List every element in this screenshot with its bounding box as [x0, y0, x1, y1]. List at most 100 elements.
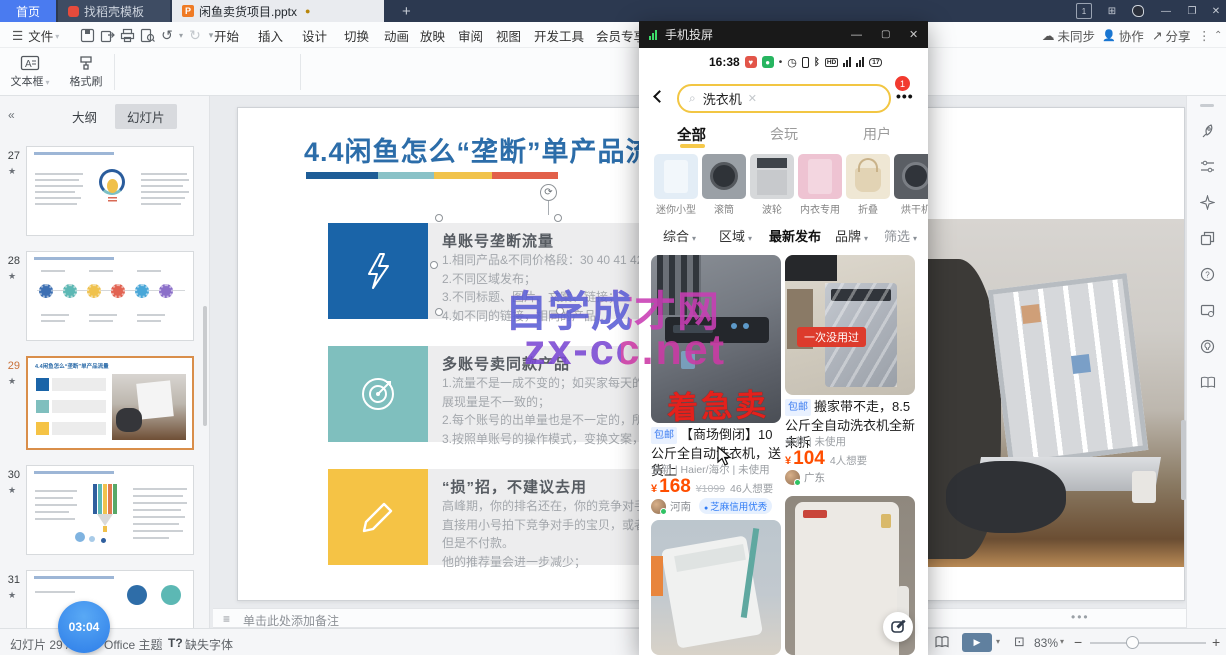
save-icon[interactable]: [78, 27, 96, 43]
filter-more[interactable]: 筛选: [884, 226, 917, 245]
sync-status[interactable]: ☁未同步: [1036, 22, 1101, 48]
bullet-icon-box-teal[interactable]: [328, 346, 428, 442]
search-bar[interactable]: ⌕ 洗衣机 ✕: [677, 84, 891, 113]
clear-search-icon[interactable]: ✕: [748, 92, 757, 105]
menu-animation[interactable]: 动画: [378, 22, 415, 48]
tab-fun[interactable]: 会玩: [770, 124, 798, 144]
tab-all[interactable]: 全部: [677, 124, 706, 145]
zoom-in-button[interactable]: +: [1212, 634, 1220, 650]
sidebar-scrollbar[interactable]: [203, 306, 207, 426]
print-preview-icon[interactable]: [138, 27, 156, 43]
category-pulsator[interactable]: 波轮: [750, 154, 794, 216]
slide-title[interactable]: 4.4闲鱼怎么“垄断”单产品流量: [304, 130, 682, 169]
thumbnail-slide-30[interactable]: [26, 465, 194, 555]
filter-region[interactable]: 区域: [719, 226, 752, 245]
effects-star-icon[interactable]: [1199, 194, 1216, 211]
back-icon[interactable]: [653, 90, 666, 103]
missing-font-label[interactable]: 缺失字体: [185, 636, 233, 653]
selection-handle[interactable]: [430, 261, 438, 269]
category-folding[interactable]: 折叠: [846, 154, 890, 216]
menu-devtools[interactable]: 开发工具: [528, 22, 590, 48]
zoom-slider-track[interactable]: [1090, 642, 1206, 644]
share-button[interactable]: ↗分享: [1146, 22, 1197, 48]
minimize-button[interactable]: —: [1158, 3, 1174, 19]
tab-outline[interactable]: 大纲: [60, 104, 109, 129]
menu-file[interactable]: ☰文件: [6, 22, 65, 48]
play-dropdown-icon[interactable]: ▾: [996, 637, 1000, 646]
tab-docer[interactable]: 找稻壳模板: [58, 0, 170, 22]
tab-slides[interactable]: 幻灯片: [115, 104, 177, 129]
zoom-dropdown-icon[interactable]: ▾: [1060, 637, 1064, 646]
phone-minimize-button[interactable]: —: [851, 29, 862, 41]
bullet-icon-box-blue[interactable]: [328, 223, 428, 319]
ai-rocket-icon[interactable]: [1199, 122, 1216, 139]
category-underwear[interactable]: 内衣专用: [798, 154, 842, 216]
export-icon[interactable]: [98, 27, 116, 43]
menu-transition[interactable]: 切换: [338, 22, 375, 48]
notes-more-icon[interactable]: •••: [1071, 610, 1090, 624]
recording-timer[interactable]: 03:04: [58, 601, 110, 653]
tab-document[interactable]: P 闲鱼卖货项目.pptx ●: [172, 0, 384, 22]
restore-button[interactable]: ❐: [1184, 3, 1200, 19]
close-button[interactable]: ✕: [1208, 3, 1224, 19]
phone-close-button[interactable]: ✕: [909, 28, 918, 41]
menu-review[interactable]: 审阅: [452, 22, 489, 48]
menu-view[interactable]: 视图: [490, 22, 527, 48]
image-tools-icon[interactable]: [1199, 302, 1216, 319]
assistant-icon[interactable]: [1130, 3, 1146, 19]
rotate-handle[interactable]: ⟳: [540, 184, 557, 201]
laptop-photo[interactable]: [926, 219, 1184, 567]
menu-insert[interactable]: 插入: [252, 22, 289, 48]
tab-home[interactable]: 首页: [0, 0, 56, 22]
tab-users[interactable]: 用户: [863, 124, 891, 144]
panel-drag-handle[interactable]: [1200, 104, 1214, 107]
menu-slideshow[interactable]: 放映: [414, 22, 451, 48]
reference-book-icon[interactable]: [1199, 374, 1216, 391]
format-painter-button[interactable]: 格式刷: [60, 51, 112, 93]
menu-start[interactable]: 开始: [208, 22, 245, 48]
more-menu-icon[interactable]: •••: [896, 88, 914, 104]
feedback-float-button[interactable]: [883, 612, 913, 642]
idea-bulb-icon[interactable]: [1199, 338, 1216, 355]
collapse-panel-icon[interactable]: «: [8, 108, 15, 122]
product2-seller[interactable]: 广东: [785, 470, 917, 485]
layers-icon[interactable]: [1199, 230, 1216, 247]
category-dryer[interactable]: 烘干机: [894, 154, 928, 216]
zoom-slider-knob[interactable]: [1126, 636, 1139, 649]
properties-icon[interactable]: [1199, 158, 1216, 175]
print-icon[interactable]: [118, 27, 136, 43]
thumbnail-slide-27[interactable]: [26, 146, 194, 236]
play-slideshow-button[interactable]: ▶: [962, 633, 992, 652]
product2-image[interactable]: 一次没用过: [785, 255, 915, 395]
menu-design[interactable]: 设计: [296, 22, 333, 48]
theme-label[interactable]: Office 主题: [104, 636, 162, 653]
filter-sort[interactable]: 综合: [663, 226, 696, 245]
category-mini[interactable]: 迷你小型: [654, 154, 698, 216]
thumbnail-slide-28[interactable]: [26, 251, 194, 341]
decor-shape: [757, 170, 787, 195]
thumbnail-slide-29[interactable]: 4.4闲鱼怎么“垄断”单产品流量: [26, 356, 194, 450]
workspace-grid-icon[interactable]: ⊞: [1104, 3, 1120, 19]
collapse-ribbon-icon[interactable]: ⌃: [1208, 22, 1226, 48]
zoom-out-button[interactable]: −: [1074, 634, 1082, 650]
selection-handle[interactable]: [554, 214, 562, 222]
help-icon[interactable]: ?: [1199, 266, 1216, 283]
product3-image[interactable]: [651, 520, 781, 655]
textbox-button[interactable]: A 文本框: [4, 51, 56, 93]
filter-brand[interactable]: 品牌: [835, 226, 868, 245]
fit-slide-icon[interactable]: ⊡: [1014, 634, 1025, 650]
bullet-icon-box-yellow[interactable]: [328, 469, 428, 565]
read-mode-icon[interactable]: [934, 635, 950, 649]
filter-newest[interactable]: 最新发布: [769, 226, 821, 245]
phone-maximize-button[interactable]: ▢: [881, 29, 890, 40]
zoom-level[interactable]: 83%: [1034, 636, 1058, 650]
notes-placeholder[interactable]: 单击此处添加备注: [243, 612, 339, 629]
window-switch-icon[interactable]: 1: [1076, 3, 1092, 19]
selection-handle[interactable]: [435, 308, 443, 316]
category-drum[interactable]: 滚筒: [702, 154, 746, 216]
collab-button[interactable]: 👤协作: [1096, 22, 1150, 48]
selection-handle[interactable]: [435, 214, 443, 222]
product1-seller[interactable]: 河南 芝麻信用优秀: [651, 498, 783, 514]
phone-window-titlebar[interactable]: 手机投屏 — ▢ ✕: [639, 21, 928, 48]
new-tab-button[interactable]: +: [392, 0, 421, 22]
